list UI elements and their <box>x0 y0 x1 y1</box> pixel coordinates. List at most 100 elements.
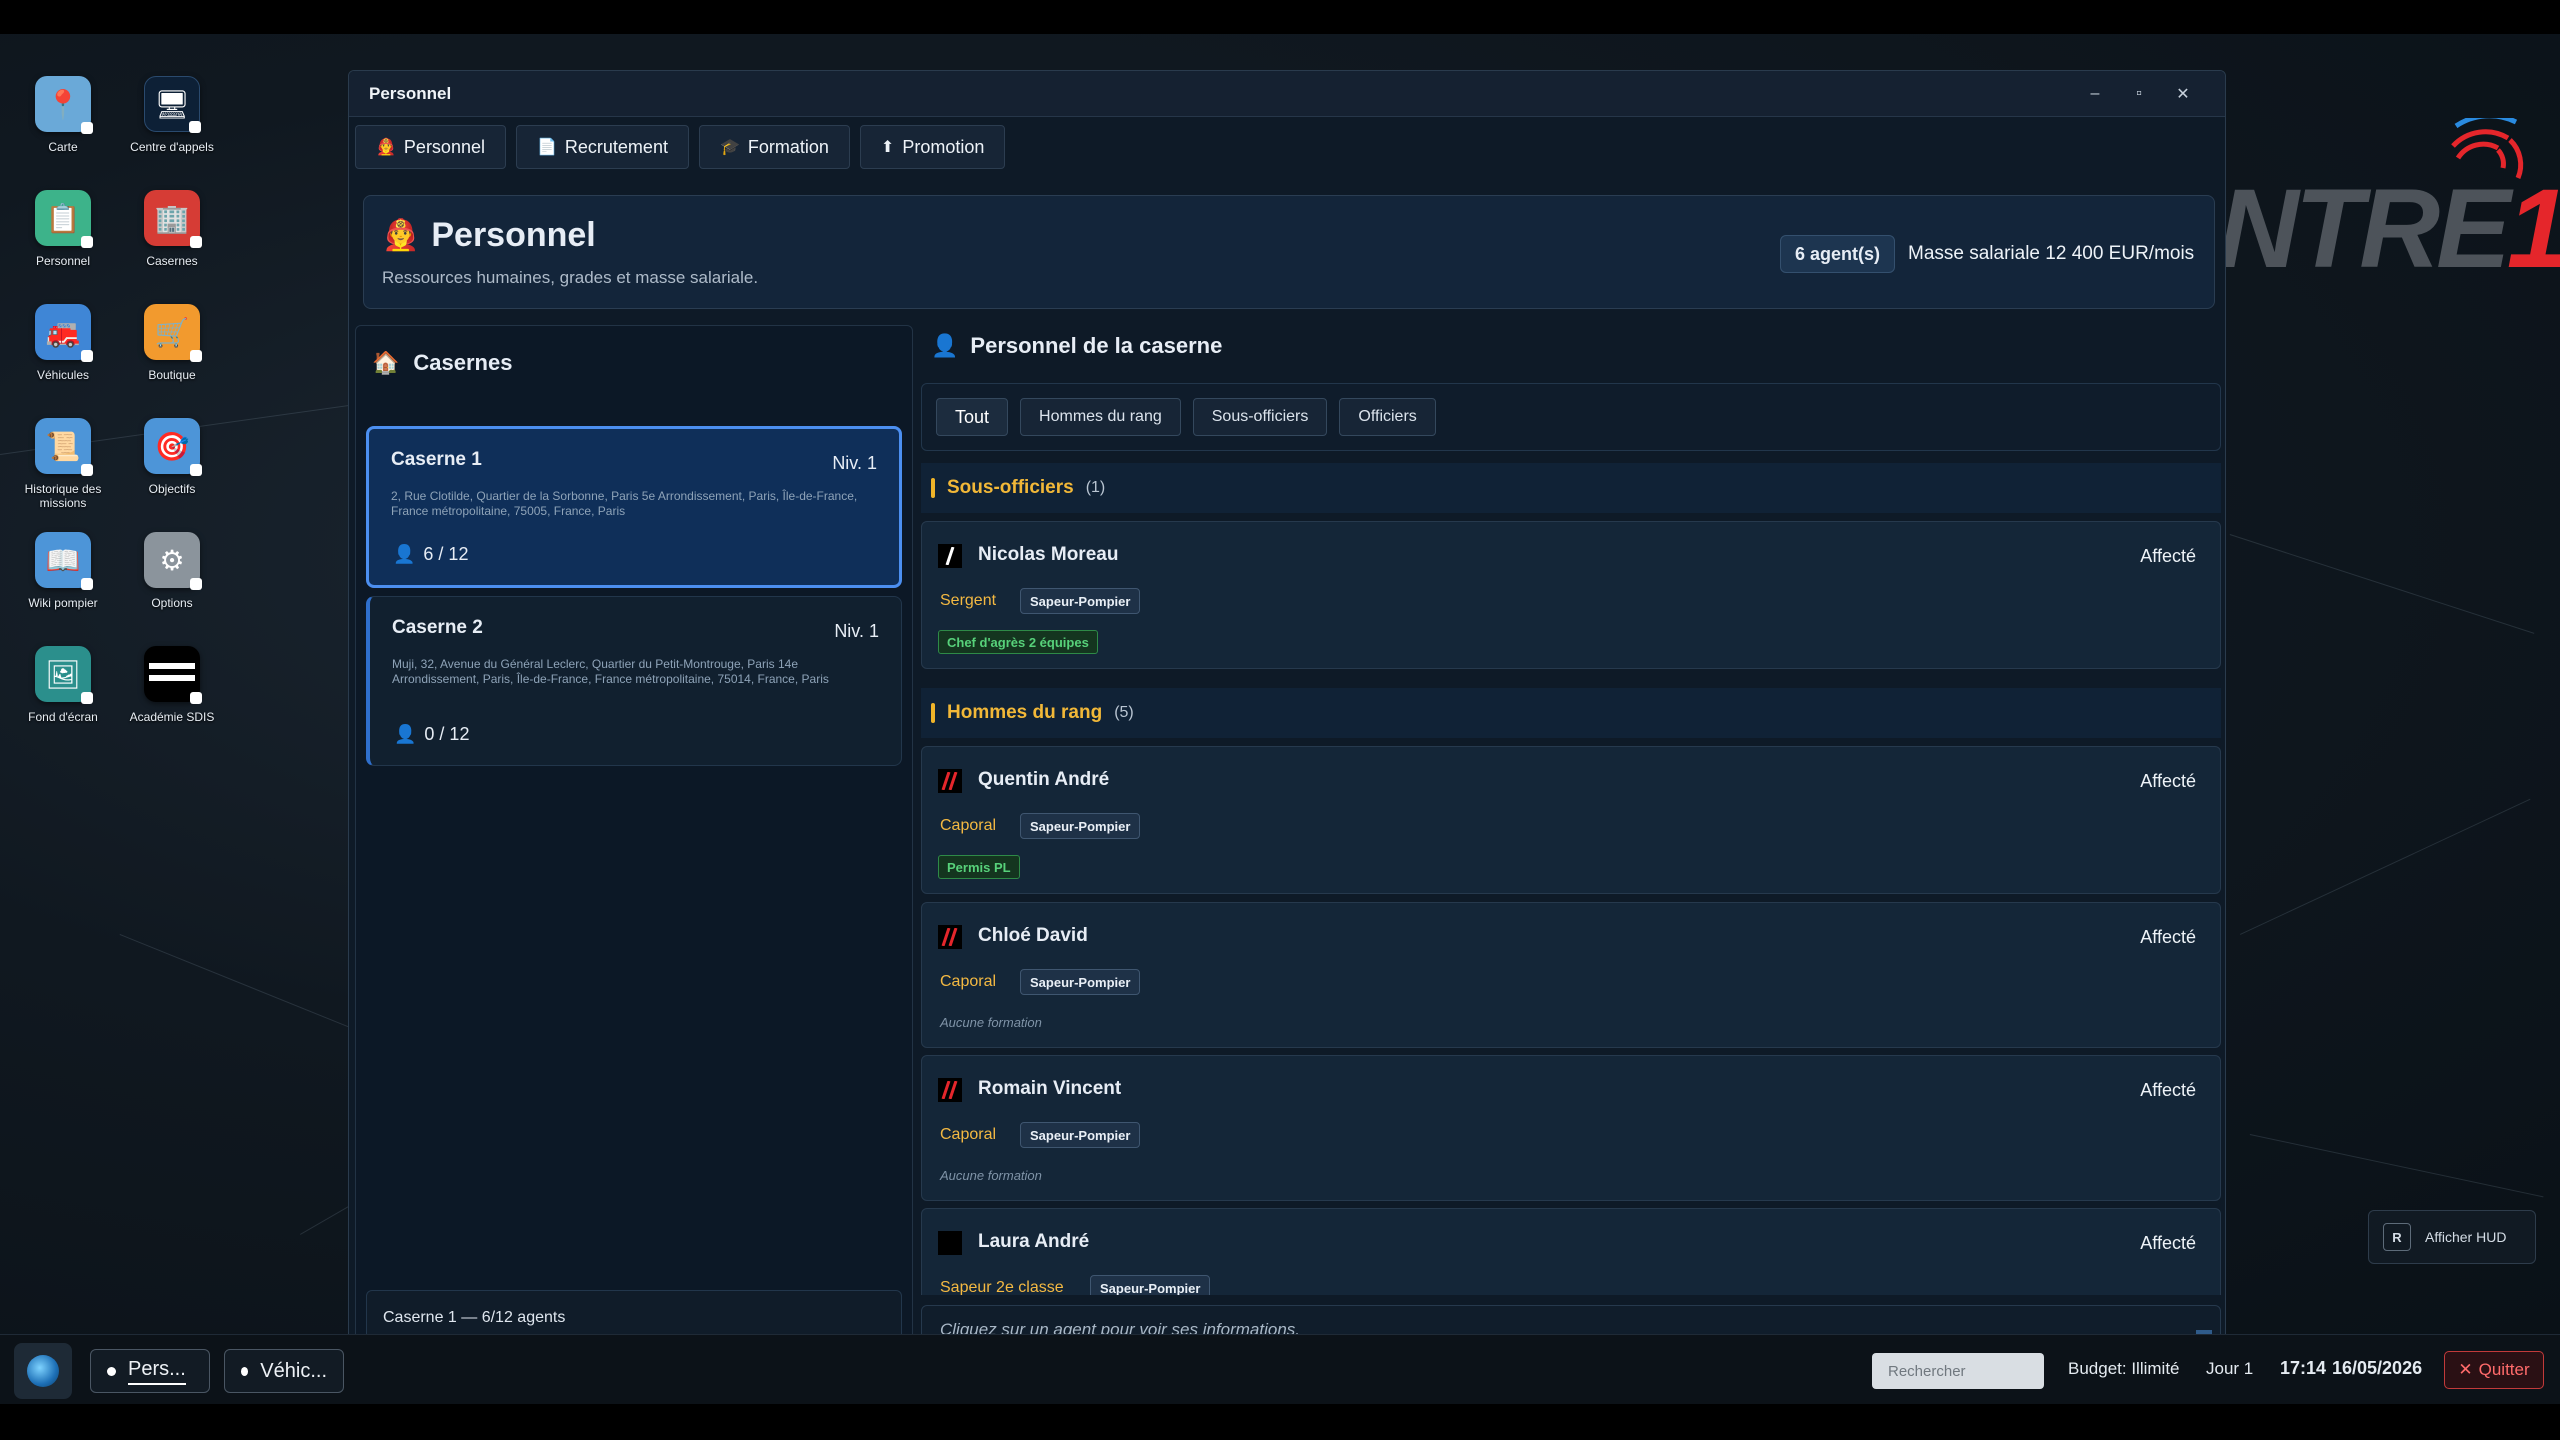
background-line <box>2240 798 2531 935</box>
academy-icon <box>144 646 202 704</box>
agent-grade: Caporal <box>940 973 997 990</box>
desktop-icon-label: Objectifs <box>148 482 196 496</box>
desktop-icon-academie[interactable]: Académie SDIS <box>117 646 227 724</box>
desktop-icon-casernes[interactable]: 🏢 Casernes <box>117 190 227 268</box>
caserne-address: Muji, 32, Avenue du Général Leclerc, Qua… <box>392 657 829 686</box>
agent-name: Laura André <box>978 1231 1090 1252</box>
agent-role-badge: Sapeur-Pompier <box>1020 1122 1141 1148</box>
desktop-icon-options[interactable]: ⚙ Options <box>117 532 227 610</box>
agent-grade: Sergent <box>940 592 997 609</box>
map-pin-icon: 📍 <box>35 76 93 134</box>
caserne-capacity: 👤 6 / 12 <box>393 544 468 565</box>
hint-bar: Cliquez sur un agent pour voir ses infor… <box>921 1305 2221 1334</box>
section-header-sous-officiers: Sous-officiers (1) <box>921 463 2221 513</box>
clock-time: 17:14 <box>2280 1358 2327 1378</box>
desktop-icon-label: Boutique <box>148 368 196 382</box>
taskbar-item-personnel[interactable]: Pers... <box>90 1349 210 1393</box>
search-input[interactable]: Rechercher <box>1872 1353 2044 1389</box>
quit-button[interactable]: ✕ Quitter <box>2444 1351 2544 1389</box>
tab-promotion[interactable]: ⬆ Promotion <box>859 125 1006 169</box>
quit-label: Quitter <box>2478 1360 2530 1379</box>
tab-recrutement[interactable]: 📄 Recrutement <box>515 125 689 169</box>
tab-bar: 👨‍🚒 Personnel 📄 Recrutement 🎓 Formation … <box>355 125 1006 169</box>
tab-personnel[interactable]: 👨‍🚒 Personnel <box>355 125 506 169</box>
caserne-summary: Caserne 1 — 6/12 agents <box>366 1290 902 1334</box>
caserne-card-1[interactable]: Caserne 1 Niv. 1 2, Rue Clotilde, Quarti… <box>366 426 902 588</box>
desktop-icon-wiki[interactable]: 📖 Wiki pompier <box>8 532 118 610</box>
running-dot <box>241 1366 249 1376</box>
filter-tout[interactable]: Tout <box>936 398 1009 436</box>
caserne-card-2[interactable]: Caserne 2 Niv. 1 Muji, 32, Avenue du Gén… <box>366 596 902 766</box>
background-line <box>2229 534 2535 634</box>
tab-label: Personnel <box>403 136 485 157</box>
person-icon: 👤 <box>394 724 417 744</box>
agent-grade: Caporal <box>940 817 997 834</box>
caserne-capacity: 👤 0 / 12 <box>394 724 469 745</box>
page-title-text: Personnel <box>431 216 596 254</box>
agent-card[interactable]: Nicolas Moreau Affecté Sergent Sapeur-Po… <box>921 521 2221 669</box>
window-titlebar[interactable]: Personnel – ▫ ✕ <box>349 71 2225 117</box>
vehicles-icon: 🚒 <box>35 304 93 362</box>
start-button[interactable] <box>14 1343 72 1399</box>
agent-grade: Sapeur 2e classe <box>940 1279 1064 1295</box>
agents-count-badge: 6 agent(s) <box>1780 235 1896 273</box>
page-title: 👨‍🚒 Personnel <box>382 216 596 255</box>
person-icon: 👤 <box>393 544 416 564</box>
wallpaper-icon: 🖼 <box>35 646 93 704</box>
agent-role-badge: Sapeur-Pompier <box>1090 1275 1211 1295</box>
show-hud-button[interactable]: R Afficher HUD <box>2368 1210 2536 1264</box>
filter-sous-officiers[interactable]: Sous-officiers <box>1192 398 1328 436</box>
agent-card[interactable]: Laura André Affecté Sapeur 2e classe Sap… <box>921 1208 2221 1295</box>
clock-date: 16/05/2026 <box>2332 1358 2423 1378</box>
desktop-icon-label: Options <box>151 596 193 610</box>
caserne-name: Caserne 1 <box>391 449 482 470</box>
personnel-window: Personnel – ▫ ✕ 👨‍🚒 Personnel 📄 Recrutem… <box>348 70 2226 1334</box>
casernes-title: Casernes <box>413 350 513 375</box>
desktop-icon-label: Casernes <box>146 254 198 268</box>
desktop-icon-label: Véhicules <box>36 368 90 382</box>
agent-list[interactable]: Sous-officiers (1) Nicolas Moreau Affect… <box>921 463 2221 1295</box>
desktop-icon-centre-appels[interactable]: 🖥 Centre d'appels <box>117 76 227 154</box>
section-count: (1) <box>1085 479 1106 496</box>
desktop-icon-label: Historique des missions <box>24 482 102 510</box>
desktop-icon-personnel[interactable]: 📋 Personnel <box>8 190 118 268</box>
desktop-icon-fond-ecran[interactable]: 🖼 Fond d'écran <box>8 646 118 724</box>
clipboard-icon: 📋 <box>35 190 93 248</box>
agent-card[interactable]: Chloé David Affecté Caporal Sapeur-Pompi… <box>921 902 2221 1048</box>
desktop-icon-historique[interactable]: 📜 Historique des missions <box>8 418 118 510</box>
agent-card[interactable]: Romain Vincent Affecté Caporal Sapeur-Po… <box>921 1055 2221 1201</box>
desktop-icon-objectifs[interactable]: 🎯 Objectifs <box>117 418 227 496</box>
desktop-icon-label: Académie SDIS <box>129 710 215 724</box>
desktop-icon-boutique[interactable]: 🛒 Boutique <box>117 304 227 382</box>
tab-label: Promotion <box>902 136 985 157</box>
maximize-button[interactable]: ▫ <box>2117 85 2161 103</box>
desktop-icon-vehicules[interactable]: 🚒 Véhicules <box>8 304 118 382</box>
caserne-level: Niv. 1 <box>832 453 877 473</box>
letterbox-top <box>0 0 2560 34</box>
agent-card[interactable]: Quentin André Affecté Caporal Sapeur-Pom… <box>921 746 2221 894</box>
no-formation-text: Aucune formation <box>940 1168 1042 1183</box>
desktop-icon-label: Personnel <box>35 254 91 268</box>
agent-role-badge: Sapeur-Pompier <box>1020 969 1141 995</box>
page-subtitle: Ressources humaines, grades et masse sal… <box>382 268 759 287</box>
tab-formation[interactable]: 🎓 Formation <box>698 125 850 169</box>
agent-status: Affecté <box>2140 1233 2196 1253</box>
formation-badge: Chef d'agrès 2 équipes <box>938 630 1098 654</box>
brand-text: NTRE18 <box>2218 166 2560 291</box>
close-button[interactable]: ✕ <box>2161 84 2205 104</box>
desktop-icon-carte[interactable]: 📍 Carte <box>8 76 118 154</box>
section-count: (5) <box>1114 704 1134 721</box>
filter-hommes-du-rang[interactable]: Hommes du rang <box>1020 398 1181 436</box>
rank-sapeur-icon <box>938 1231 962 1255</box>
background-line <box>2249 1134 2544 1198</box>
rank-sergent-icon <box>938 544 962 568</box>
fire-station-icon: 🏢 <box>144 190 202 248</box>
section-label: Hommes du rang <box>947 702 1103 723</box>
agent-name: Romain Vincent <box>978 1078 1122 1099</box>
arrow-up-icon: ⬆ <box>880 139 895 156</box>
taskbar-item-vehicules[interactable]: Véhic... <box>224 1349 344 1393</box>
minimize-button[interactable]: – <box>2073 85 2117 103</box>
rank-caporal-icon <box>938 925 962 949</box>
desktop: 📍 Carte 🖥 Centre d'appels 📋 Personnel 🏢 … <box>0 34 2560 1334</box>
filter-officiers[interactable]: Officiers <box>1339 398 1436 436</box>
